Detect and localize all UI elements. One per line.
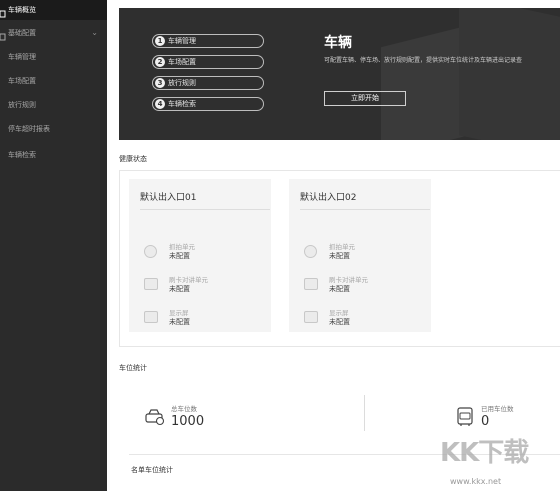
unit-status: 未配置 [169, 285, 190, 293]
overview-icon [0, 6, 6, 18]
parked-car-icon [455, 407, 475, 427]
app-window: { "sidebar": { "items": [ {"label": "车辆概… [0, 0, 560, 491]
stat-used-spaces: 已用车位数 0 [455, 403, 555, 433]
decorative-shape [459, 8, 560, 140]
chevron-down-icon: ⌄ [91, 28, 98, 37]
parking-car-icon [145, 407, 165, 427]
unit-name: 显示屏 [329, 309, 349, 317]
step-pill-release-rules[interactable]: 3 放行规则 [152, 76, 264, 90]
step-pill-vehicle-search[interactable]: 4 车辆检索 [152, 97, 264, 111]
divider [364, 395, 365, 431]
step-pill-vehicle-management[interactable]: 1 车辆管理 [152, 34, 264, 48]
step-label: 车辆检索 [168, 100, 196, 108]
entrance-name: 默认出入口01 [140, 193, 197, 203]
step-label: 车辆管理 [168, 37, 196, 45]
unit-capture: 抓拍单元 未配置 [304, 241, 424, 265]
unit-capture: 抓拍单元 未配置 [144, 241, 264, 265]
unit-card-reader: 刷卡对讲单元 未配置 [144, 274, 264, 298]
stat-value: 0 [481, 414, 490, 429]
sidebar-item-vehicle-management[interactable]: 车辆管理 [0, 47, 107, 67]
sidebar-item-overtime-report[interactable]: 停车超时报表 [0, 119, 107, 139]
settings-icon [0, 29, 6, 41]
sidebar-item-basic-config[interactable]: 基础配置 ⌄ [0, 23, 107, 43]
main-content: 1 车辆管理 2 车场配置 3 放行规则 4 车辆检索 车辆 可配置车辆、停车场… [107, 0, 560, 491]
sidebar-item-label: 停车超时报表 [8, 125, 50, 133]
card-reader-icon [144, 278, 158, 290]
divider [140, 209, 270, 210]
unit-status: 未配置 [329, 318, 350, 326]
stat-label: 总车位数 [171, 405, 197, 413]
card-reader-icon [304, 278, 318, 290]
sidebar-item-vehicle-overview[interactable]: 车辆概览 [0, 0, 107, 20]
divider [300, 209, 430, 210]
entrance-card[interactable]: 默认出入口01 抓拍单元 未配置 刷卡对讲单元 未配置 显示屏 未配置 [129, 179, 271, 332]
unit-status: 未配置 [329, 285, 350, 293]
sidebar-item-vehicle-search[interactable]: 车辆检索 [0, 145, 107, 165]
camera-icon [144, 245, 157, 258]
sidebar-item-label: 基础配置 [8, 29, 36, 37]
entrance-name: 默认出入口02 [300, 193, 357, 203]
sidebar-item-label: 放行规则 [8, 101, 36, 109]
unit-name: 刷卡对讲单元 [169, 276, 208, 284]
sidebar: 车辆概览 基础配置 ⌄ 车辆管理 车场配置 放行规则 停车超时报表 车辆检索 [0, 0, 107, 491]
sidebar-item-label: 车场配置 [8, 77, 36, 85]
step-number: 2 [155, 57, 165, 67]
unit-card-reader: 刷卡对讲单元 未配置 [304, 274, 424, 298]
step-number: 4 [155, 99, 165, 109]
step-number: 3 [155, 78, 165, 88]
step-number: 1 [155, 36, 165, 46]
section-title-parking: 车位统计 [119, 364, 147, 372]
decorative-shape [381, 24, 471, 140]
watermark-text: KK下载 [440, 438, 529, 468]
entrance-card[interactable]: 默认出入口02 抓拍单元 未配置 刷卡对讲单元 未配置 显示屏 未配置 [289, 179, 431, 332]
unit-name: 刷卡对讲单元 [329, 276, 368, 284]
sidebar-item-parking-config[interactable]: 车场配置 [0, 71, 107, 91]
sidebar-item-label: 车辆管理 [8, 53, 36, 61]
unit-name: 显示屏 [169, 309, 189, 317]
hero-banner: 1 车辆管理 2 车场配置 3 放行规则 4 车辆检索 车辆 可配置车辆、停车场… [119, 8, 560, 140]
hero-description: 可配置车辆、停车场、放行规则配置，提供实时车位统计及车辆进出记录查 [324, 57, 523, 64]
stat-total-spaces: 总车位数 1000 [145, 403, 245, 433]
sidebar-item-label: 车辆检索 [8, 151, 36, 159]
camera-icon [304, 245, 317, 258]
watermark-logo: KK下载 www.kkx.net [440, 432, 560, 491]
section-title-health: 健康状态 [119, 155, 147, 163]
unit-status: 未配置 [169, 252, 190, 260]
watermark-url: www.kkx.net [450, 477, 502, 486]
stat-value: 1000 [171, 414, 205, 429]
display-screen-icon [144, 311, 158, 323]
stat-label: 已用车位数 [481, 405, 514, 413]
step-pill-parking-config[interactable]: 2 车场配置 [152, 55, 264, 69]
sidebar-item-release-rules[interactable]: 放行规则 [0, 95, 107, 115]
unit-name: 抓拍单元 [329, 243, 355, 251]
section-title-list-spaces: 名单车位统计 [131, 466, 173, 474]
unit-status: 未配置 [169, 318, 190, 326]
display-screen-icon [304, 311, 318, 323]
hero-title: 车辆 [324, 35, 352, 51]
unit-status: 未配置 [329, 252, 350, 260]
unit-name: 抓拍单元 [169, 243, 195, 251]
sidebar-item-label: 车辆概览 [8, 6, 36, 14]
unit-display: 显示屏 未配置 [144, 307, 264, 331]
start-now-button[interactable]: 立即开始 [324, 91, 406, 106]
health-panel: 默认出入口01 抓拍单元 未配置 刷卡对讲单元 未配置 显示屏 未配置 默认出入… [119, 170, 560, 347]
step-label: 车场配置 [168, 58, 196, 66]
unit-display: 显示屏 未配置 [304, 307, 424, 331]
step-label: 放行规则 [168, 79, 196, 87]
